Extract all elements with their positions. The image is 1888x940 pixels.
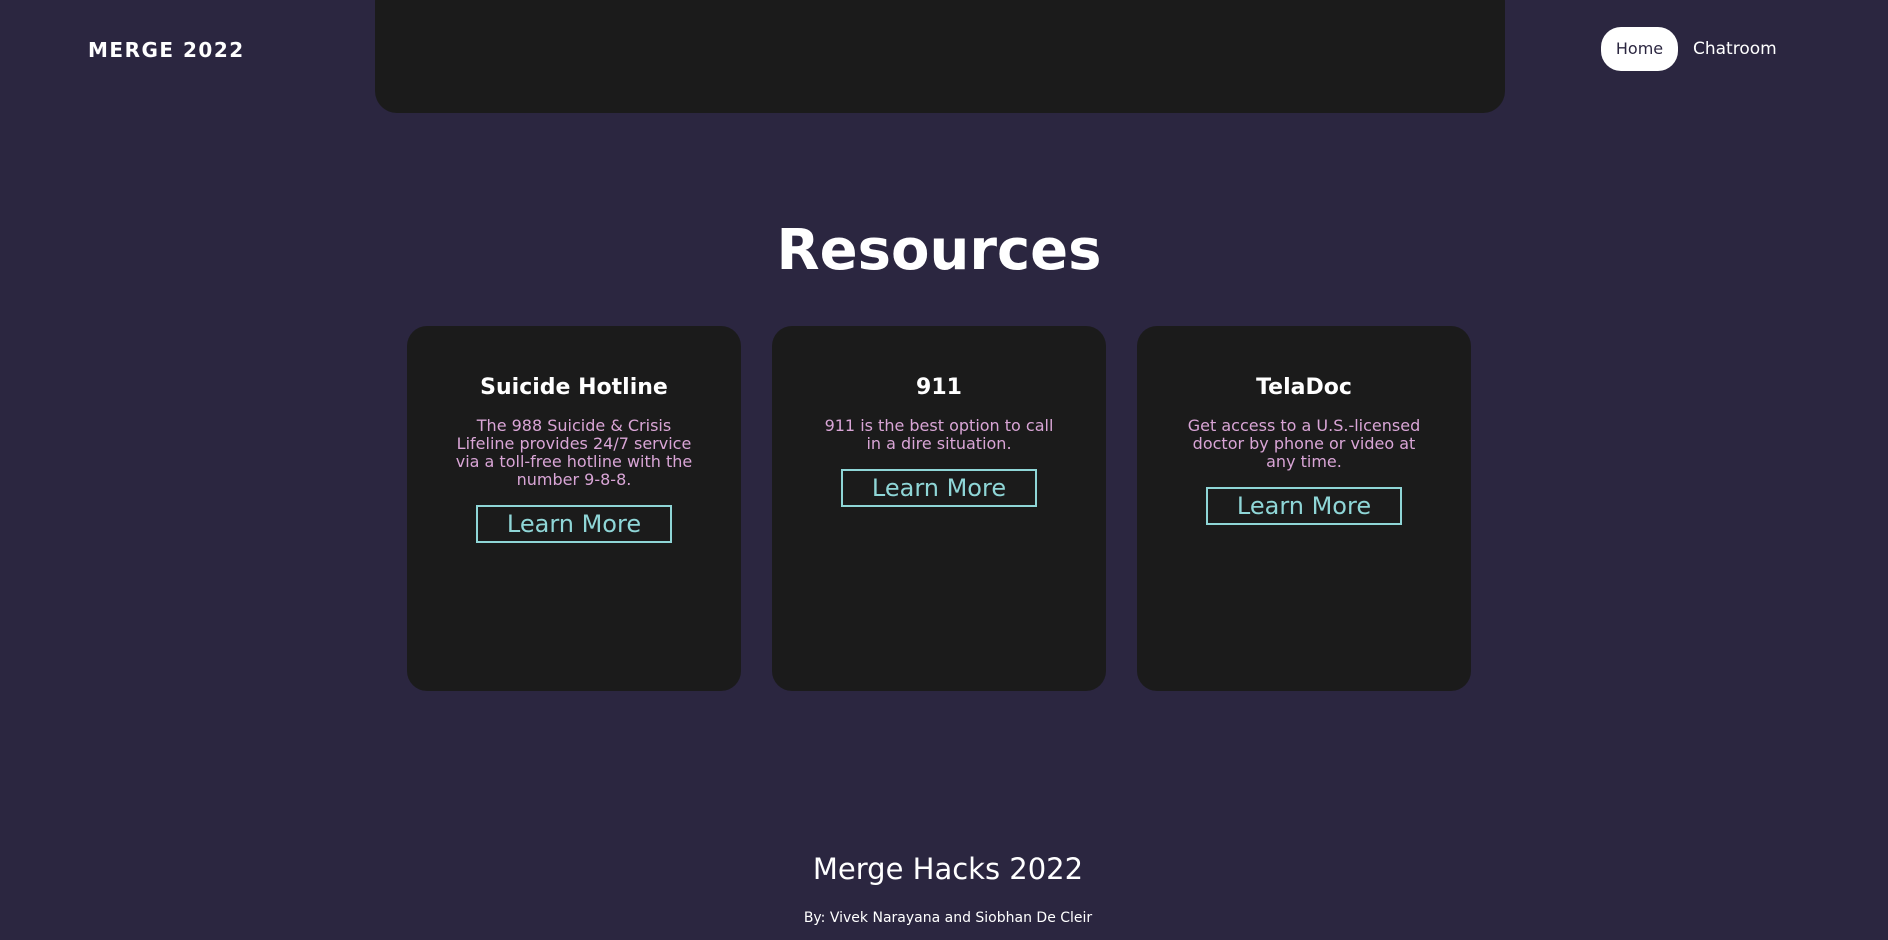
- footer-title: Merge Hacks 2022: [812, 852, 1084, 886]
- card-title: Suicide Hotline: [480, 375, 668, 400]
- nav-home-link[interactable]: Home: [1601, 27, 1678, 71]
- resource-card-teladoc: TelaDoc Get access to a U.S.-licensed do…: [1137, 326, 1471, 691]
- top-nav: Home Chatroom: [1601, 27, 1777, 71]
- learn-more-button[interactable]: Learn More: [841, 468, 1037, 507]
- card-title: TelaDoc: [1256, 375, 1352, 400]
- resource-card-911: 911 911 is the best option to call in a …: [772, 326, 1106, 691]
- card-description: The 988 Suicide & Crisis Lifeline provid…: [455, 415, 693, 489]
- card-description: Get access to a U.S.-licensed doctor by …: [1187, 415, 1421, 471]
- learn-more-button[interactable]: Learn More: [1206, 486, 1402, 525]
- hero-panel: [375, 0, 1505, 113]
- card-description: 911 is the best option to call in a dire…: [824, 415, 1054, 453]
- footer-credit: By: Vivek Narayana and Siobhan De Cleir: [803, 910, 1093, 926]
- resource-card-suicide-hotline: Suicide Hotline The 988 Suicide & Crisis…: [407, 326, 741, 691]
- learn-more-button[interactable]: Learn More: [476, 504, 672, 543]
- brand-logo[interactable]: MERGE 2022: [88, 38, 245, 62]
- nav-chatroom-link[interactable]: Chatroom: [1693, 27, 1777, 71]
- resources-heading: Resources: [776, 218, 1102, 283]
- page: MERGE 2022 Home Chatroom Resources Suici…: [0, 0, 1888, 940]
- card-title: 911: [916, 375, 962, 400]
